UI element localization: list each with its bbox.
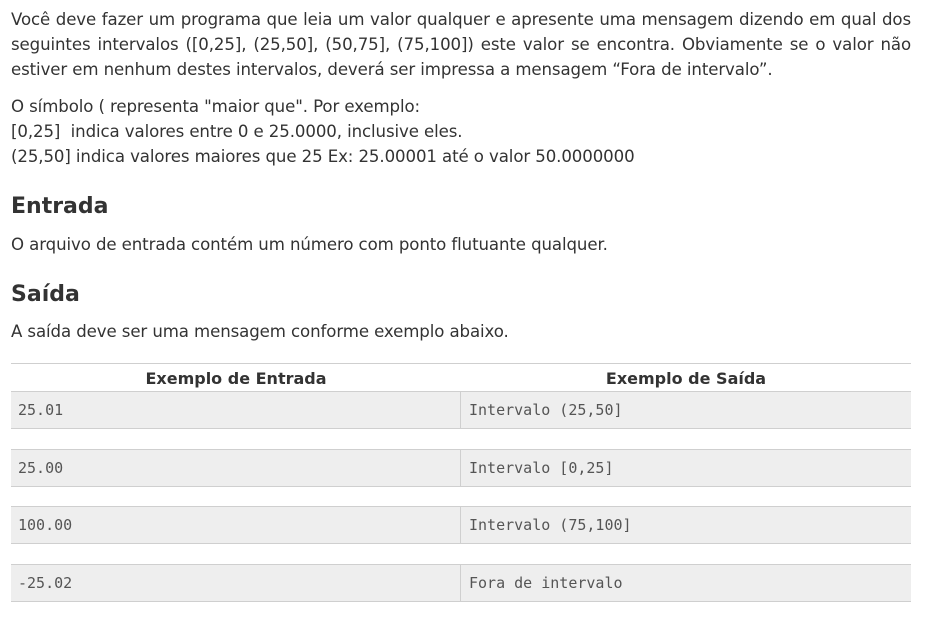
intro-paragraph: Você deve fazer um programa que leia um … bbox=[11, 10, 911, 79]
column-divider bbox=[460, 450, 461, 486]
example-output: Intervalo (25,50] bbox=[469, 401, 623, 419]
table-header: Exemplo de Entrada Exemplo de Saída bbox=[11, 364, 911, 391]
column-divider bbox=[460, 507, 461, 543]
saida-heading: Saída bbox=[11, 282, 80, 307]
table-row: 100.00 Intervalo (75,100] bbox=[11, 506, 911, 544]
example-output: Intervalo (75,100] bbox=[469, 516, 632, 534]
input-column-header: Exemplo de Entrada bbox=[145, 369, 327, 388]
output-column-header: Exemplo de Saída bbox=[605, 369, 767, 388]
example-input: 25.00 bbox=[18, 459, 64, 477]
entrada-heading: Entrada bbox=[11, 194, 109, 219]
entrada-text: O arquivo de entrada contém um número co… bbox=[11, 235, 608, 254]
table-row: 25.00 Intervalo [0,25] bbox=[11, 449, 911, 487]
example-output: Intervalo [0,25] bbox=[469, 459, 614, 477]
table-row: 25.01 Intervalo (25,50] bbox=[11, 391, 911, 429]
symbol-explanation: O símbolo ( representa "maior que". Por … bbox=[11, 94, 911, 169]
symbol-line: [0,25] indica valores entre 0 e 25.0000,… bbox=[11, 122, 463, 141]
example-input: 100.00 bbox=[18, 516, 73, 534]
example-input: -25.02 bbox=[18, 574, 73, 592]
table-row: -25.02 Fora de intervalo bbox=[11, 564, 911, 602]
example-input: 25.01 bbox=[18, 401, 64, 419]
symbol-line: O símbolo ( representa "maior que". Por … bbox=[11, 97, 421, 116]
symbol-line: (25,50] indica valores maiores que 25 Ex… bbox=[11, 147, 635, 166]
column-divider bbox=[460, 392, 461, 428]
column-divider bbox=[460, 565, 461, 601]
example-output: Fora de intervalo bbox=[469, 574, 623, 592]
saida-text: A saída deve ser uma mensagem conforme e… bbox=[11, 322, 509, 341]
